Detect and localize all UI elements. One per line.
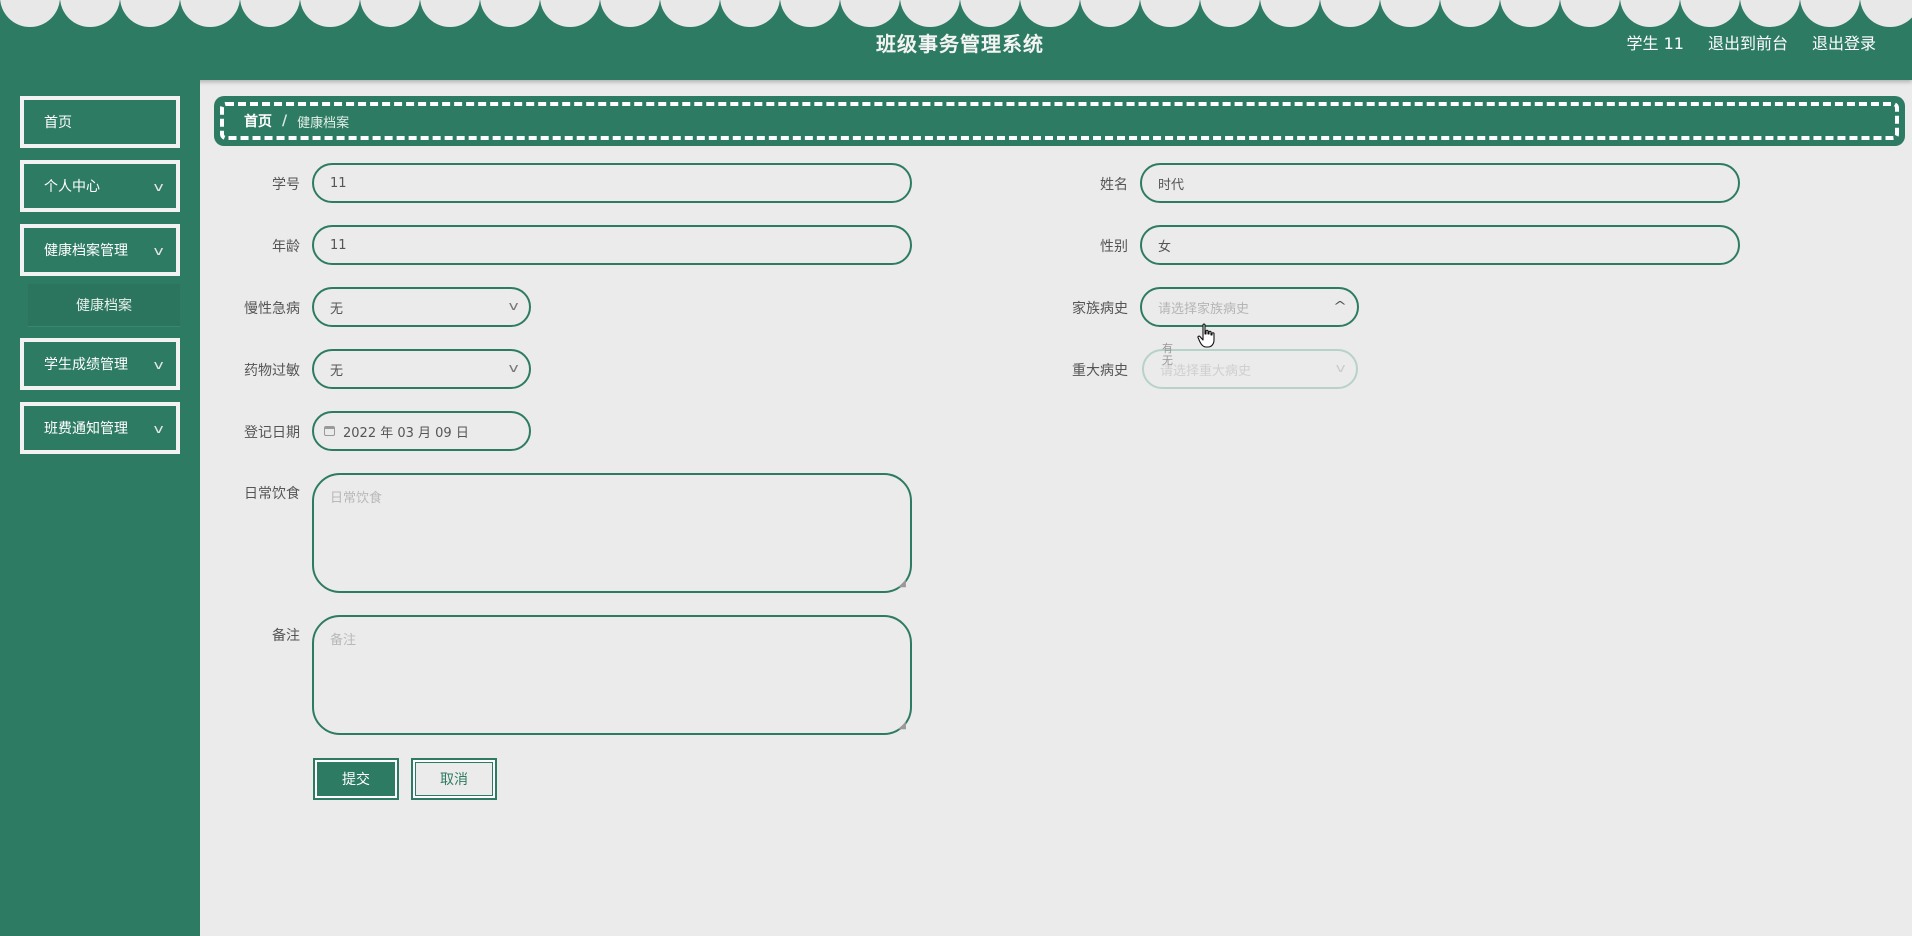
chevron-down-icon: v	[153, 180, 164, 194]
back-to-front-link[interactable]: 退出到前台	[1708, 30, 1788, 54]
sidebar-item-class-fee[interactable]: 班费通知管理 v	[20, 402, 180, 454]
sidebar: 首页 个人中心 v 健康档案管理 v 健康档案 学生成绩管理 v 班费通知管理 …	[0, 80, 200, 936]
allergy-select-value: 无	[330, 363, 344, 379]
top-header: 班级事务管理系统 学生 11 退出到前台 退出登录	[0, 0, 1912, 80]
name-input[interactable]: 时代	[1140, 163, 1740, 203]
hand-cursor-icon	[1197, 323, 1215, 348]
gender-label: 性别	[1100, 239, 1128, 255]
chevron-down-icon: v	[153, 244, 164, 258]
sidebar-item-label: 个人中心	[44, 179, 100, 195]
breadcrumb: 首页 / 健康档案	[214, 96, 1905, 146]
family-history-label: 家族病史	[1072, 301, 1128, 317]
remark-placeholder: 备注	[330, 633, 357, 648]
dropdown-option-no[interactable]: 无	[1162, 355, 1173, 367]
submit-button[interactable]: 提交	[313, 758, 399, 800]
student-id-input[interactable]: 11	[312, 163, 912, 203]
age-label: 年龄	[272, 239, 300, 255]
sidebar-item-health-records[interactable]: 健康档案管理 v	[20, 224, 180, 276]
app-title: 班级事务管理系统	[876, 32, 1044, 56]
sidebar-item-personal-center[interactable]: 个人中心 v	[20, 160, 180, 212]
breadcrumb-inner: 首页 / 健康档案	[220, 102, 1899, 140]
sidebar-item-label: 学生成绩管理	[44, 357, 128, 373]
family-history-select[interactable]: 请选择家族病史 ^	[1140, 287, 1359, 327]
chronic-select-value: 无	[330, 301, 344, 317]
date-picker[interactable]: 2022 年 03 月 09 日	[312, 411, 531, 451]
breadcrumb-home[interactable]: 首页	[244, 111, 272, 131]
sidebar-item-label: 健康档案管理	[44, 243, 128, 259]
chevron-down-icon: v	[153, 422, 164, 436]
gender-input[interactable]: 女	[1140, 225, 1740, 265]
allergy-select[interactable]: 无 v	[312, 349, 531, 389]
diet-placeholder: 日常饮食	[330, 491, 383, 506]
chevron-down-icon: v	[153, 358, 164, 372]
remark-label: 备注	[272, 628, 300, 644]
resize-handle-icon[interactable]: ◢	[898, 578, 906, 589]
breadcrumb-separator: /	[282, 113, 288, 129]
chronic-label: 慢性急病	[244, 301, 300, 317]
major-history-placeholder: 请选择重大病史	[1160, 363, 1252, 379]
major-history-label: 重大病史	[1072, 363, 1128, 379]
family-history-dropdown-options[interactable]: 有 无	[1162, 343, 1173, 367]
family-history-placeholder: 请选择家族病史	[1158, 301, 1250, 317]
user-label[interactable]: 学生 11	[1627, 30, 1684, 54]
breadcrumb-current: 健康档案	[297, 115, 350, 131]
sidebar-subitem-health-record[interactable]: 健康档案	[28, 284, 180, 327]
cancel-button[interactable]: 取消	[411, 758, 497, 800]
header-scallop-decoration	[0, 0, 1912, 31]
student-id-label: 学号	[272, 177, 300, 193]
calendar-icon	[324, 426, 335, 436]
diet-label: 日常饮食	[244, 486, 300, 502]
date-value: 2022 年 03 月 09 日	[343, 425, 469, 441]
logout-link[interactable]: 退出登录	[1812, 30, 1876, 54]
chevron-up-icon: ^	[1332, 299, 1348, 313]
diet-textarea[interactable]: 日常饮食 ◢	[312, 473, 912, 593]
chevron-down-icon: v	[508, 299, 519, 313]
sidebar-item-label: 首页	[44, 115, 72, 131]
header-links: 学生 11 退出到前台 退出登录	[1627, 30, 1876, 54]
allergy-label: 药物过敏	[244, 363, 300, 379]
sidebar-item-grades[interactable]: 学生成绩管理 v	[20, 338, 180, 390]
sidebar-item-label: 班费通知管理	[44, 421, 128, 437]
chronic-select[interactable]: 无 v	[312, 287, 531, 327]
resize-handle-icon[interactable]: ◢	[898, 720, 906, 731]
sidebar-item-home[interactable]: 首页	[20, 96, 180, 148]
age-input[interactable]: 11	[312, 225, 912, 265]
date-label: 登记日期	[244, 425, 300, 441]
name-label: 姓名	[1100, 177, 1128, 193]
chevron-down-icon: v	[1335, 361, 1346, 375]
chevron-down-icon: v	[508, 361, 519, 375]
major-history-select[interactable]: 请选择重大病史 v	[1142, 349, 1358, 389]
remark-textarea[interactable]: 备注 ◢	[312, 615, 912, 735]
